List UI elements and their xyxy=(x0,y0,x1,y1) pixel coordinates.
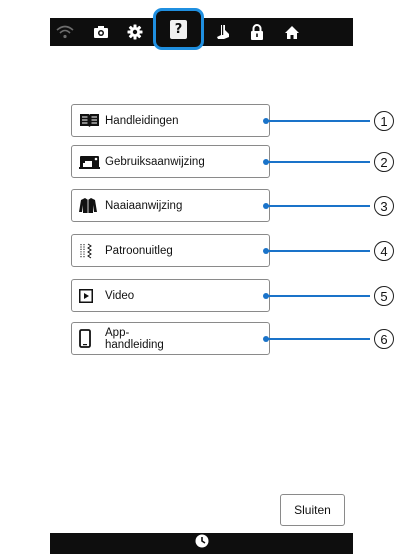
callout-line xyxy=(266,120,370,122)
play-icon xyxy=(79,286,102,306)
video-button[interactable]: Video xyxy=(71,279,270,312)
callout-number: 2 xyxy=(374,152,394,172)
sewing-guide-label: Naaiaanwijzing xyxy=(105,199,183,212)
home-icon[interactable] xyxy=(277,18,307,46)
sewing-machine-icon xyxy=(79,152,102,172)
callout-line xyxy=(266,295,370,297)
app-manual-button[interactable]: App- handleiding xyxy=(71,322,270,355)
pattern-explanation-button[interactable]: Patroonuitleg xyxy=(71,234,270,267)
callout-number: 3 xyxy=(374,196,394,216)
jacket-icon xyxy=(79,196,102,216)
help-button[interactable]: ? xyxy=(153,8,204,50)
phone-icon xyxy=(79,329,102,349)
operation-manual-button[interactable]: Gebruiksaanwijzing xyxy=(71,145,270,178)
presser-foot-icon[interactable] xyxy=(208,18,238,46)
manuals-button[interactable]: Handleidingen xyxy=(71,104,270,137)
stitch-pattern-icon xyxy=(79,241,102,261)
lock-icon[interactable] xyxy=(242,18,272,46)
callout-number: 1 xyxy=(374,111,394,131)
callout-number: 4 xyxy=(374,241,394,261)
close-button[interactable]: Sluiten xyxy=(280,494,345,526)
video-label: Video xyxy=(105,289,135,302)
callout-line xyxy=(266,205,370,207)
book-icon xyxy=(79,111,102,131)
settings-gear-icon[interactable] xyxy=(120,18,150,46)
bottom-bar xyxy=(50,533,353,554)
camera-icon[interactable] xyxy=(86,18,116,46)
callout-line xyxy=(266,161,370,163)
pattern-explanation-label: Patroonuitleg xyxy=(105,244,173,257)
app-manual-label: App- handleiding xyxy=(105,326,164,351)
callout-line xyxy=(266,250,370,252)
operation-manual-label: Gebruiksaanwijzing xyxy=(105,155,205,168)
wifi-icon[interactable] xyxy=(50,18,80,46)
manuals-label: Handleidingen xyxy=(105,114,179,127)
callout-number: 6 xyxy=(374,329,394,349)
clock-icon[interactable] xyxy=(195,534,209,553)
callout-number: 5 xyxy=(374,286,394,306)
callout-line xyxy=(266,338,370,340)
sewing-guide-button[interactable]: Naaiaanwijzing xyxy=(71,189,270,222)
help-icon: ? xyxy=(170,19,187,39)
